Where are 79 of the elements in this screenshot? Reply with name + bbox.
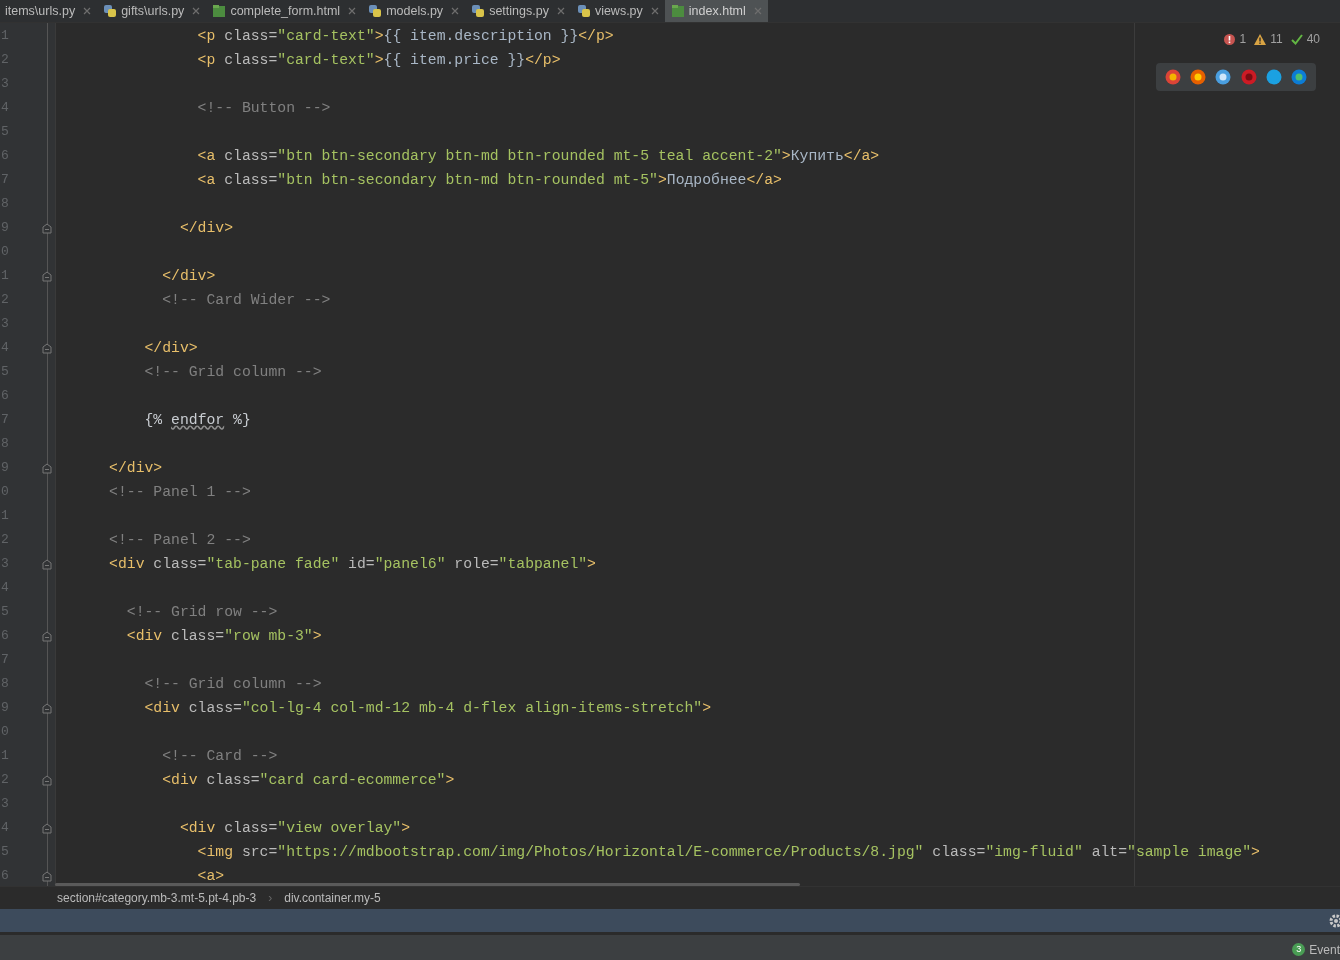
inspection-count: 1 [1239, 31, 1247, 48]
python-file-icon [576, 4, 591, 18]
editor-tab[interactable]: models.py [362, 0, 466, 22]
code-line: <div class="tab-pane fade" id="panel6" role="tabpanel"> [108, 554, 596, 574]
close-icon[interactable] [192, 7, 201, 15]
close-icon[interactable] [650, 7, 659, 15]
tab-label: models.py [386, 2, 444, 20]
fold-marker-icon[interactable] [42, 271, 52, 282]
tab-label: gifts\urls.py [121, 2, 185, 20]
code-line: <!-- Grid column --> [143, 674, 322, 694]
browser-icon[interactable] [1190, 69, 1206, 85]
settings-icon[interactable] [1329, 913, 1340, 928]
code-line: <!-- Card Wider --> [161, 290, 331, 310]
code-line: <p class="card-text">{{ item.price }}</p> [196, 50, 561, 70]
close-icon[interactable] [556, 7, 565, 15]
python-file-icon [471, 4, 486, 18]
inspection-count: 40 [1306, 31, 1320, 48]
code-line: <!-- Card --> [161, 746, 278, 766]
tab-label: index.html [688, 2, 746, 20]
python-file-icon [368, 4, 383, 18]
inspection-count: 11 [1270, 31, 1283, 48]
browser-icon[interactable] [1164, 69, 1181, 85]
code-line: </div> [178, 218, 234, 238]
breadcrumb-separator: › [268, 890, 273, 907]
code-line: <a class="btn btn-secondary btn-md btn-rounded mt-5 teal accent-2">Купить</a> [196, 146, 880, 166]
code-line: </div> [143, 338, 198, 358]
tab-label: settings.py [489, 2, 549, 20]
fold-marker-icon[interactable] [42, 823, 52, 834]
breadcrumb-item[interactable]: div.container.my-5 [284, 889, 381, 907]
tab-label: items\urls.py [5, 2, 76, 20]
editor-tab[interactable]: complete_form.html [206, 0, 363, 22]
fold-marker-icon[interactable] [42, 223, 52, 234]
fold-marker-icon[interactable] [42, 871, 52, 882]
editor-tab[interactable]: views.py [570, 0, 665, 22]
fold-marker-icon[interactable] [42, 703, 52, 714]
warning-icon [1254, 33, 1267, 45]
fold-marker-icon[interactable] [42, 775, 52, 786]
fold-marker-icon[interactable] [42, 343, 52, 354]
python-file-icon [103, 4, 118, 18]
breadcrumb-item[interactable]: section#category.mb-3.mt-5.pt-4.pb-3 [57, 889, 257, 907]
code-line: <a class="btn btn-secondary btn-md btn-rounded mt-5">Подробнее</a> [196, 170, 782, 190]
code-line: </div> [161, 266, 216, 286]
code-line: <!-- Grid row --> [125, 602, 278, 622]
close-icon[interactable] [83, 7, 92, 15]
code-line: <p class="card-text">{{ item.description }}</p> [196, 26, 614, 46]
browser-icon[interactable] [1265, 69, 1282, 85]
browser-icon[interactable] [1215, 69, 1232, 85]
close-icon[interactable] [451, 7, 460, 15]
fold-marker-icon[interactable] [42, 463, 52, 474]
tab-label: complete_form.html [230, 2, 341, 20]
code-line: <div class="col-lg-4 col-md-12 mb-4 d-flex align-items-stretch"> [143, 698, 712, 718]
browser-icon[interactable] [1291, 69, 1308, 85]
code-line: <div class="view overlay"> [178, 818, 411, 838]
code-line: <a> [196, 866, 225, 886]
close-icon[interactable] [753, 7, 762, 15]
code-line: </div> [108, 458, 163, 478]
fold-marker-icon[interactable] [42, 631, 52, 642]
editor-tab[interactable]: settings.py [465, 0, 571, 22]
code-line: <!-- Panel 1 --> [108, 482, 251, 502]
editor-tab[interactable]: items\urls.py [0, 0, 98, 22]
code-line: <!-- Panel 2 --> [108, 530, 251, 550]
event-log-label[interactable]: Event [1309, 940, 1340, 959]
error-icon [1224, 33, 1236, 45]
html-file-icon [212, 4, 227, 18]
code-line: <!-- Grid column --> [143, 362, 322, 382]
tab-label: views.py [594, 2, 643, 20]
fold-marker-icon[interactable] [42, 559, 52, 570]
editor-tab[interactable]: gifts\urls.py [97, 0, 207, 22]
code-line: <!-- Button --> [196, 98, 331, 118]
code-line: <img src="https://mdbootstrap.com/img/Photos/Horizontal/E-commerce/Products/8.jpg" class="img-fluid" alt="sample image"> [196, 842, 1260, 862]
horizontal-scrollbar[interactable] [55, 883, 800, 886]
code-line: <div class="card card-ecommerce"> [161, 770, 455, 790]
code-line: <div class="row mb-3"> [125, 626, 322, 646]
check-icon [1290, 33, 1303, 45]
html-file-icon [670, 4, 685, 18]
notification-badge: 3 [1292, 943, 1306, 956]
editor-tab[interactable]: index.html [664, 0, 768, 22]
close-icon[interactable] [348, 7, 357, 15]
code-line: {% endfor %} [143, 410, 251, 430]
